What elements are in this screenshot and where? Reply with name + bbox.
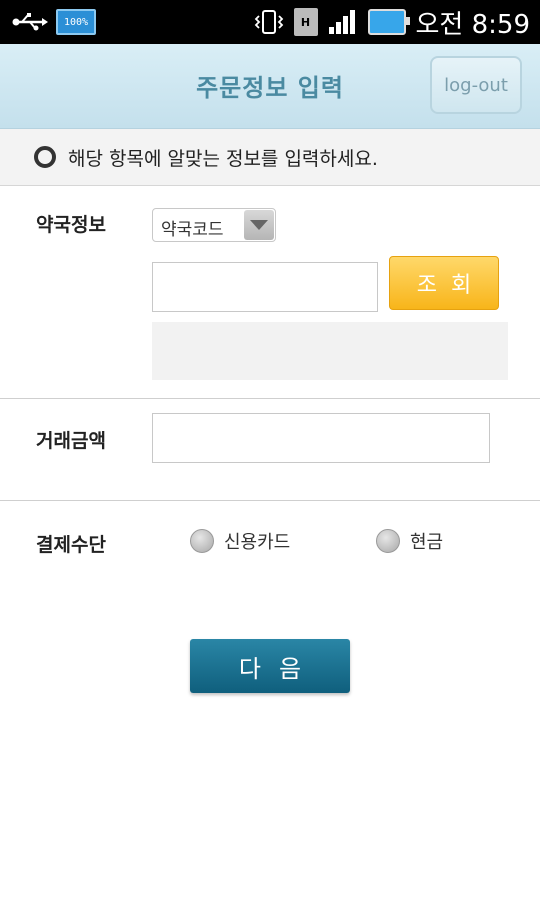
chevron-down-icon <box>244 210 274 240</box>
pharmacy-info-label: 약국정보 <box>36 214 106 236</box>
divider <box>0 398 540 399</box>
status-bar: 100% H 오전 8:59 <box>0 0 540 44</box>
signal-icon <box>328 10 355 34</box>
divider <box>0 500 540 501</box>
battery-icon <box>367 9 410 35</box>
app-header: 주문정보 입력 log-out <box>0 44 540 129</box>
payment-option-card[interactable]: 신용카드 <box>190 528 290 554</box>
clock: 오전 8:59 <box>415 9 531 40</box>
amount-input[interactable] <box>152 413 490 463</box>
payment-option-card-label: 신용카드 <box>224 532 291 553</box>
pharmacy-result-box <box>152 322 508 380</box>
bullet-circle-icon <box>34 146 56 168</box>
payment-option-cash[interactable]: 현금 <box>376 528 443 554</box>
hspa-icon: H <box>293 8 318 36</box>
payment-option-cash-label: 현금 <box>410 532 444 553</box>
payment-method-label: 결제수단 <box>36 534 106 556</box>
next-button[interactable]: 다음 <box>190 639 350 693</box>
radio-card[interactable] <box>190 529 214 553</box>
search-button[interactable]: 조회 <box>389 256 499 310</box>
instruction-bar: 해당 항목에 알맞는 정보를 입력하세요. <box>0 129 540 186</box>
logout-button[interactable]: log-out <box>430 56 522 114</box>
radio-cash[interactable] <box>376 529 400 553</box>
instruction-text: 해당 항목에 알맞는 정보를 입력하세요. <box>68 147 378 170</box>
vibrate-icon <box>254 10 283 34</box>
pharmacy-code-select-value: 약국코드 <box>161 220 224 240</box>
amount-label: 거래금액 <box>36 430 106 452</box>
usb-icon <box>12 13 48 31</box>
battery-percent-badge: 100% <box>56 9 96 35</box>
pharmacy-code-input[interactable] <box>152 262 378 312</box>
pharmacy-code-select[interactable]: 약국코드 <box>152 208 276 242</box>
